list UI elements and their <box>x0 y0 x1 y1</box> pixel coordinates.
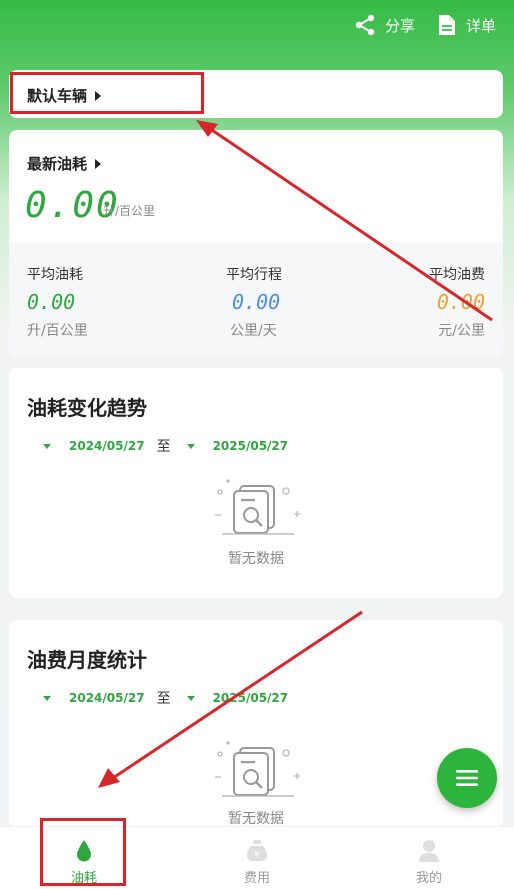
trend-start-date[interactable]: 2024/05/27 <box>69 439 145 453</box>
share-button[interactable]: 分享 <box>354 14 415 36</box>
monthly-title: 油费月度统计 <box>27 648 147 672</box>
nav-label-me: 我的 <box>415 871 442 886</box>
nav-label-cost: 费用 <box>243 871 270 886</box>
avg-distance-value: 0.00 <box>232 290 281 314</box>
top-bar: 分享 详单 <box>354 14 496 36</box>
chevron-down-icon <box>43 443 51 449</box>
monthly-cost-card: 油费月度统计 2024/05/27 至 2025/05/27 暂无数据 <box>9 620 503 830</box>
money-bag-icon: ¥ <box>247 840 267 861</box>
share-icon <box>355 14 375 36</box>
nav-item-cost[interactable]: ¥ 费用 <box>197 827 317 889</box>
avg-distance: 平均行程 0.00 公里/天 <box>226 264 282 340</box>
latest-consumption-title: 最新油耗 <box>27 155 88 173</box>
avg-distance-unit: 公里/天 <box>230 323 277 339</box>
latest-consumption-unit: 升/百公里 <box>103 204 156 218</box>
avg-consumption-unit: 升/百公里 <box>27 323 88 339</box>
menu-icon <box>456 770 478 786</box>
trend-end-date[interactable]: 2025/05/27 <box>213 439 289 453</box>
menu-fab-button[interactable] <box>437 748 497 808</box>
share-label: 分享 <box>384 16 415 35</box>
detail-label: 详单 <box>465 16 496 35</box>
chevron-down-icon <box>186 443 195 449</box>
annotation-box-vehicle <box>10 72 204 114</box>
chevron-down-icon <box>43 695 51 701</box>
trend-title: 油耗变化趋势 <box>27 396 147 420</box>
detail-button[interactable]: 详单 <box>437 14 496 36</box>
consumption-card: 最新油耗 0.00 升/百公里 平均油耗 0.00 升/百公里 平均行程 0.0… <box>9 130 503 356</box>
averages-panel: 平均油耗 0.00 升/百公里 平均行程 0.00 公里/天 平均油费 0.00… <box>9 242 503 356</box>
no-data-icon <box>215 479 300 535</box>
nav-item-me[interactable]: 我的 <box>369 827 489 889</box>
consumption-trend-card: 油耗变化趋势 2024/05/27 至 2025/05/27 暂无数据 <box>9 368 503 598</box>
avg-distance-label: 平均行程 <box>226 267 282 283</box>
annotation-box-fuel-tab <box>40 818 126 886</box>
person-icon <box>419 840 439 862</box>
avg-cost-label: 平均油费 <box>429 267 485 283</box>
date-separator: 至 <box>156 439 171 455</box>
caret-right-icon <box>95 158 102 169</box>
avg-consumption-value: 0.00 <box>27 290 76 314</box>
monthly-start-date[interactable]: 2024/05/27 <box>69 691 145 705</box>
avg-cost: 平均油费 0.00 元/公里 <box>429 264 485 340</box>
trend-empty-text: 暂无数据 <box>228 551 284 567</box>
avg-consumption-label: 平均油耗 <box>27 267 83 283</box>
avg-cost-unit: 元/公里 <box>438 323 485 339</box>
monthly-end-date[interactable]: 2025/05/27 <box>213 691 289 705</box>
chevron-down-icon <box>186 695 195 701</box>
avg-cost-value: 0.00 <box>436 290 485 314</box>
latest-consumption-link[interactable]: 最新油耗 <box>27 153 102 174</box>
document-icon <box>438 15 455 35</box>
trend-date-range: 2024/05/27 至 2025/05/27 <box>43 436 288 456</box>
avg-consumption: 平均油耗 0.00 升/百公里 <box>27 264 88 340</box>
svg-text:¥: ¥ <box>254 850 260 860</box>
no-data-icon <box>215 741 300 797</box>
monthly-date-range: 2024/05/27 至 2025/05/27 <box>43 688 288 708</box>
date-separator: 至 <box>156 691 171 707</box>
